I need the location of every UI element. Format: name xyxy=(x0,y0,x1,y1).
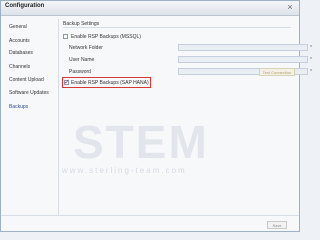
sidebar-nav: General Accounts Databases Channels Cont… xyxy=(5,19,55,214)
required-marker: * xyxy=(310,45,312,51)
mssql-backups-checkbox[interactable] xyxy=(63,34,68,39)
required-marker: * xyxy=(310,69,312,75)
sidebar-item-channels[interactable]: Channels xyxy=(9,64,30,70)
password-label: Password xyxy=(69,69,91,75)
sidebar-item-backups[interactable]: Backups xyxy=(9,104,28,110)
window-title: Configuration xyxy=(5,3,45,9)
save-button[interactable]: Save xyxy=(267,221,287,229)
configuration-window: Configuration × General Accounts Databas… xyxy=(0,0,312,233)
close-icon[interactable]: × xyxy=(285,2,295,12)
required-marker: * xyxy=(310,57,312,63)
watermark-logo: STEM xyxy=(73,116,209,168)
watermark-url: www.sterling-team.com xyxy=(62,166,187,175)
network-folder-label: Network Folder xyxy=(69,45,103,51)
dialog-footer: Save xyxy=(1,215,299,233)
sidebar-item-accounts[interactable]: Accounts xyxy=(9,38,30,44)
user-name-label: User Name xyxy=(69,57,95,63)
test-connection-button[interactable]: Test Connection xyxy=(259,68,295,76)
hana-backups-checkbox[interactable] xyxy=(64,78,70,86)
sidebar-item-software-updates[interactable]: Software Updates xyxy=(9,90,49,96)
section-rule xyxy=(63,27,291,28)
title-bar: Configuration × xyxy=(1,1,299,16)
sidebar-item-databases[interactable]: Databases xyxy=(9,50,33,56)
sidebar-item-content-upload[interactable]: Content Upload xyxy=(9,77,44,83)
hana-backups-label: Enable RSP Backups (SAP HANA) xyxy=(71,80,149,86)
user-name-field[interactable] xyxy=(178,56,308,63)
network-folder-field[interactable] xyxy=(178,44,308,51)
mssql-backups-label: Enable RSP Backups (MSSQL) xyxy=(71,34,141,40)
sidebar-item-general[interactable]: General xyxy=(9,24,27,30)
